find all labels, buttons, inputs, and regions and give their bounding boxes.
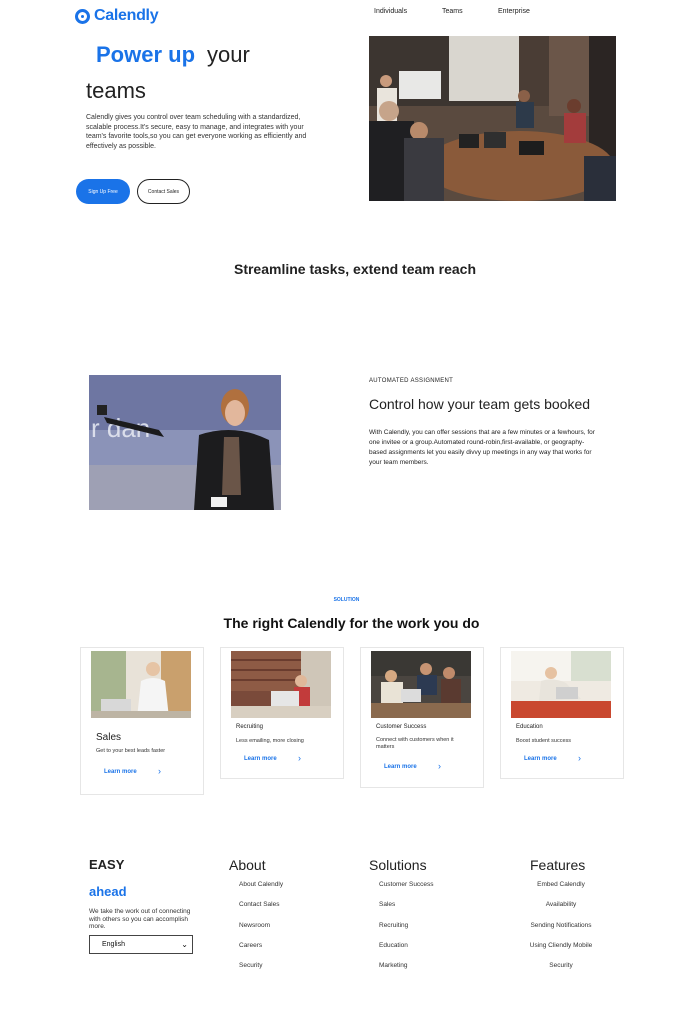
feature-title: Control how your team gets booked <box>369 396 591 412</box>
customer-success-card-photo <box>371 651 471 718</box>
customer-success-learn-more-link[interactable]: Learn more <box>384 764 417 770</box>
hero-description: Calendly gives you control over team sch… <box>86 114 307 150</box>
feature-description: With Calendly, you can offer sessions th… <box>369 429 595 466</box>
footer-solutions-heading: Solutions <box>369 857 427 873</box>
nav-teams[interactable]: Teams <box>442 8 463 15</box>
education-card-photo <box>511 651 611 718</box>
recruiting-card-label: Recruiting <box>236 724 264 730</box>
nav-enterprise[interactable]: Enterprise <box>498 8 530 15</box>
footer-tagline: We take the work out of connecting with … <box>89 908 191 930</box>
sign-up-button[interactable]: Sign Up Free <box>76 179 130 204</box>
solution-card-sales[interactable]: Sales Get to your best leads faster Lear… <box>80 647 204 795</box>
footer-link-contact-sales[interactable]: Contact Sales <box>239 901 279 908</box>
customer-success-card-label: Customer Success <box>376 724 427 730</box>
sales-card-photo <box>91 651 191 718</box>
footer-link-marketing[interactable]: Marketing <box>379 962 408 969</box>
solution-card-recruiting[interactable]: Recruiting Less emailing, more closing L… <box>220 647 344 779</box>
sales-card-label: Sales <box>96 732 122 743</box>
brand-logo[interactable]: Calendly <box>75 7 159 25</box>
streamline-section-title: Streamline tasks, extend team reach <box>233 261 476 277</box>
footer-features-heading: Features <box>530 857 586 873</box>
footer-brand-line1: EASY <box>89 857 125 872</box>
footer-link-embed-calendly[interactable]: Embed Calendly <box>520 881 602 901</box>
recruiting-card-subtitle: Less emailing, more closing <box>236 738 304 744</box>
chevron-right-icon: › <box>578 753 581 763</box>
presenter-photo: r dan <box>89 375 281 510</box>
footer-about-heading: About <box>229 857 266 873</box>
contact-sales-button[interactable]: Contact Sales <box>137 179 190 204</box>
chevron-down-icon: ⌄ <box>181 940 188 949</box>
language-select-value: English <box>102 941 125 948</box>
footer-link-customer-success[interactable]: Customer Success <box>379 881 434 888</box>
language-select[interactable]: English ⌄ <box>89 935 193 954</box>
education-learn-more-link[interactable]: Learn more <box>524 756 557 762</box>
footer-link-mobile[interactable]: Using Cliendly Mobile <box>520 942 602 962</box>
footer-link-newsroom[interactable]: Newsroom <box>239 922 270 929</box>
chevron-right-icon: › <box>298 753 301 763</box>
customer-success-card-subtitle: Connect with customers when it matters <box>376 737 454 750</box>
sales-card-subtitle: Get to your best leads faster <box>96 748 166 754</box>
brand-name: Calendly <box>94 7 159 24</box>
chevron-right-icon: › <box>158 766 161 776</box>
footer-link-features-security[interactable]: Security <box>520 962 602 982</box>
footer-brand-line2: ahead <box>89 884 127 899</box>
footer-link-careers[interactable]: Careers <box>239 942 262 949</box>
hero-title-line2: teams <box>86 78 146 103</box>
footer-link-security[interactable]: Security <box>239 962 262 969</box>
solutions-eyebrow: SOLUTION <box>333 597 360 603</box>
recruiting-learn-more-link[interactable]: Learn more <box>244 756 277 762</box>
footer-link-sales[interactable]: Sales <box>379 901 395 908</box>
solution-card-education[interactable]: Education Boost student success Learn mo… <box>500 647 624 779</box>
footer-features-links: Embed Calendly Availability Sending Noti… <box>520 881 602 982</box>
calendly-logo-icon <box>75 8 90 24</box>
hero-title-rest: your <box>207 42 250 67</box>
recruiting-card-photo <box>231 651 331 718</box>
education-card-label: Education <box>516 724 543 730</box>
feature-eyebrow: AUTOMATED ASSIGNMENT <box>369 378 454 384</box>
team-meeting-photo <box>369 36 616 201</box>
education-card-subtitle: Boost student success <box>516 738 572 744</box>
solutions-title: The right Calendly for the work you do <box>223 615 480 631</box>
sales-learn-more-link[interactable]: Learn more <box>104 769 137 775</box>
footer-link-availability[interactable]: Availability <box>520 901 602 921</box>
nav-individuals[interactable]: Individuals <box>374 8 407 15</box>
footer-link-education[interactable]: Education <box>379 942 408 949</box>
chevron-right-icon: › <box>438 761 441 771</box>
solution-card-customer-success[interactable]: Customer Success Connect with customers … <box>360 647 484 788</box>
footer-link-recruiting[interactable]: Recruiting <box>379 922 408 929</box>
footer-link-sending-notifications[interactable]: Sending Notifications <box>520 922 602 942</box>
hero-title-accent: Power up <box>96 42 196 67</box>
footer-link-about-calendly[interactable]: About Calendly <box>239 881 283 888</box>
